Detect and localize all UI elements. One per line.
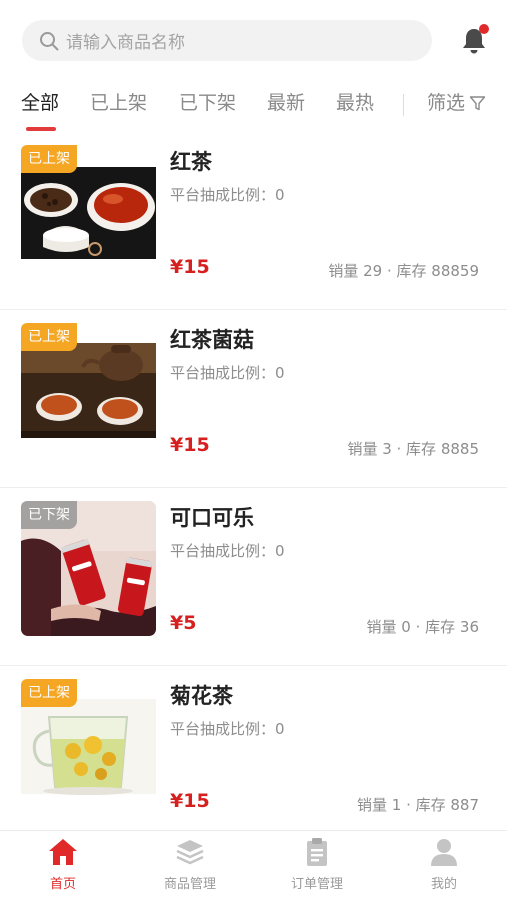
search-placeholder: 请输入商品名称: [66, 33, 185, 53]
status-badge: 已上架: [21, 323, 77, 351]
nav-orders[interactable]: 订单管理: [262, 837, 372, 892]
tab-divider: [403, 94, 404, 116]
commission-rate: 平台抽成比例：0: [170, 720, 285, 738]
filter-label: 筛选: [427, 92, 466, 114]
product-card[interactable]: 已上架 红茶 平台抽成比例：0 ¥15 销量 29 · 库存 88859: [0, 132, 507, 310]
notification-dot: [479, 24, 489, 34]
sales-stock: 销量 29 · 库存 88859: [328, 262, 479, 280]
nav-home[interactable]: 首页: [8, 837, 118, 892]
commission-rate: 平台抽成比例：0: [170, 364, 285, 382]
tab-newest[interactable]: 最新: [267, 90, 305, 116]
status-badge: 已上架: [21, 679, 77, 707]
product-price: ¥5: [170, 612, 197, 634]
tab-off-shelf[interactable]: 已下架: [179, 90, 236, 116]
commission-rate: 平台抽成比例：0: [170, 186, 285, 204]
tab-all[interactable]: 全部: [21, 90, 59, 116]
filter-tabs: 全部 已上架 已下架 最新 最热 筛选: [0, 82, 507, 132]
search-bar[interactable]: 请输入商品名称: [22, 20, 432, 61]
sales-stock: 销量 0 · 库存 36: [366, 618, 479, 636]
product-price: ¥15: [170, 434, 210, 456]
nav-profile[interactable]: 我的: [389, 837, 499, 892]
product-card[interactable]: 已下架 可口可乐 平台抽成比例：0 ¥5 销量 0 · 库存 36: [0, 488, 507, 666]
product-card[interactable]: 已上架 菊花茶 平台抽成比例：0 ¥15 销量 1 · 库存 887: [0, 666, 507, 844]
nav-label: 订单管理: [290, 877, 343, 892]
tab-hottest[interactable]: 最热: [336, 90, 374, 116]
status-badge: 已上架: [21, 145, 77, 173]
tab-on-shelf[interactable]: 已上架: [90, 90, 147, 116]
product-price: ¥15: [170, 256, 210, 278]
nav-products[interactable]: 商品管理: [135, 837, 245, 892]
notification-button[interactable]: [457, 24, 491, 58]
nav-label: 我的: [430, 877, 457, 892]
status-badge: 已下架: [21, 501, 77, 529]
product-price: ¥15: [170, 790, 210, 812]
nav-label: 商品管理: [163, 877, 216, 892]
layers-icon: [176, 840, 204, 865]
sales-stock: 销量 1 · 库存 887: [356, 796, 479, 814]
clipboard-icon: [307, 838, 327, 866]
product-card[interactable]: 已上架 红茶菌菇 平台抽成比例：0 ¥15 销量 3 · 库存 8885: [0, 310, 507, 488]
active-tab-indicator: [26, 127, 56, 131]
nav-label: 首页: [49, 877, 76, 892]
product-name: 菊花茶: [170, 684, 233, 708]
home-icon: [49, 839, 77, 865]
header: 请输入商品名称: [0, 0, 507, 82]
search-icon: [40, 31, 59, 50]
sales-stock: 销量 3 · 库存 8885: [347, 440, 479, 458]
product-name: 红茶菌菇: [170, 328, 254, 352]
commission-rate: 平台抽成比例：0: [170, 542, 285, 560]
bottom-nav: 首页 商品管理 订单管理 我的: [0, 830, 507, 900]
funnel-icon: [469, 95, 486, 110]
product-name: 可口可乐: [170, 506, 254, 530]
filter-button[interactable]: 筛选: [427, 90, 486, 116]
user-icon: [431, 839, 457, 866]
product-name: 红茶: [170, 150, 212, 174]
